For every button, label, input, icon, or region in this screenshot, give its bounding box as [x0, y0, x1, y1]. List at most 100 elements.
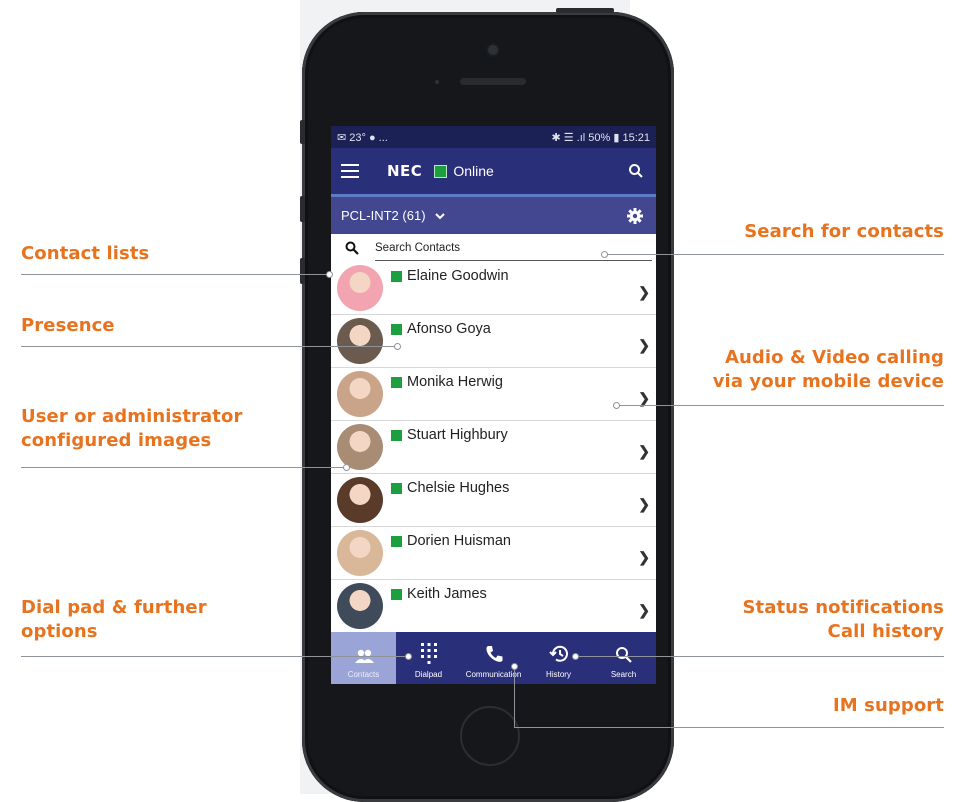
contact-row[interactable]: Keith James ❯ [331, 580, 656, 633]
tab-history[interactable]: History [526, 632, 591, 684]
callout-images-line1: User or administrator [21, 406, 243, 427]
contact-row[interactable]: Monika Herwig ❯ [331, 368, 656, 421]
contact-row[interactable]: Stuart Highbury ❯ [331, 421, 656, 474]
callout-av-line2: via your mobile device [712, 371, 944, 392]
home-button[interactable] [460, 706, 520, 766]
callout-contact-lists: Contact lists [21, 243, 150, 264]
callout-status-line2: Call history [827, 621, 944, 642]
mute-switch [300, 120, 305, 144]
callout-dialpad: Dial pad & further options [21, 596, 207, 644]
leader-dot [343, 464, 350, 471]
presence-icon [391, 429, 402, 441]
leader-line [21, 346, 397, 347]
chevron-right-icon[interactable]: ❯ [638, 284, 650, 301]
contact-name-wrap: Afonso Goya [391, 321, 491, 337]
search-placeholder: Search Contacts [375, 242, 461, 254]
search-icon [615, 647, 632, 663]
leader-line [21, 274, 330, 275]
avatar [337, 477, 383, 523]
chevron-right-icon[interactable]: ❯ [638, 549, 650, 566]
leader-line [617, 405, 944, 406]
chevron-right-icon[interactable]: ❯ [638, 496, 650, 513]
bottom-tab-bar: Contacts Dialpad Communication History S… [331, 632, 656, 684]
front-camera [488, 45, 498, 55]
tab-contacts[interactable]: Contacts [331, 632, 396, 684]
sensor [435, 80, 439, 84]
search-contacts-field[interactable]: Search Contacts [331, 234, 656, 262]
avatar [337, 424, 383, 470]
callout-images-line2: configured images [21, 430, 212, 451]
avatar [337, 318, 383, 364]
nec-logo: NEC [387, 162, 423, 180]
contact-name-wrap: Dorien Huisman [391, 533, 511, 549]
volume-up-button [300, 196, 305, 222]
tab-label: Dialpad [414, 670, 443, 679]
contact-name: Monika Herwig [407, 374, 503, 390]
contact-name: Stuart Highbury [407, 427, 508, 443]
history-icon [548, 645, 568, 662]
tab-label: Communication [465, 670, 522, 679]
app-screen: ✉ 23° ● ... ✱ ☰ .ıl 50% ▮ 15:21 NEC Onli… [331, 126, 656, 684]
contact-row[interactable]: Chelsie Hughes ❯ [331, 474, 656, 527]
leader-line [21, 656, 409, 657]
tab-label: History [546, 670, 571, 679]
leader-line [576, 656, 944, 657]
presence-icon [391, 482, 402, 494]
leader-dot [405, 653, 412, 660]
chevron-right-icon[interactable]: ❯ [638, 602, 650, 619]
tab-label: Search [610, 670, 637, 679]
contact-row[interactable]: Afonso Goya ❯ [331, 315, 656, 368]
contact-list-selector[interactable]: PCL-INT2 (61) [331, 194, 656, 234]
presence-icon [391, 323, 402, 335]
presence-icon [391, 270, 402, 282]
callout-av-line1: Audio & Video calling [724, 347, 944, 368]
leader-dot [572, 653, 579, 660]
presence-status[interactable]: Online [453, 163, 493, 179]
search-icon[interactable] [628, 163, 644, 179]
chevron-down-icon[interactable] [434, 211, 446, 221]
callout-status: Status notifications Call history [742, 596, 944, 644]
search-icon [345, 241, 359, 255]
tab-search[interactable]: Search [591, 632, 656, 684]
contact-row[interactable]: Elaine Goodwin ❯ [331, 262, 656, 315]
contact-name: Chelsie Hughes [407, 480, 510, 496]
app-header: NEC Online [331, 148, 656, 194]
contact-name-wrap: Chelsie Hughes [391, 480, 509, 496]
callout-search-contacts: Search for contacts [744, 221, 944, 242]
presence-icon [391, 376, 402, 388]
avatar [337, 265, 383, 311]
leader-line [514, 727, 944, 728]
chevron-right-icon[interactable]: ❯ [638, 443, 650, 460]
callout-dialpad-line1: Dial pad & further [21, 597, 207, 618]
dialpad-icon [420, 643, 437, 664]
gear-icon[interactable] [626, 207, 644, 225]
callout-images: User or administrator configured images [21, 405, 242, 453]
contact-list: Elaine Goodwin ❯ Afonso Goya ❯ Monika Herwig… [331, 262, 656, 633]
avatar [337, 583, 383, 629]
contact-name: Keith James [407, 586, 487, 602]
power-button [556, 8, 614, 13]
tab-communication[interactable]: Communication [461, 632, 526, 684]
contact-name: Elaine Goodwin [407, 268, 509, 284]
contact-row[interactable]: Dorien Huisman ❯ [331, 527, 656, 580]
status-bar-left: ✉ 23° ● ... [337, 131, 388, 144]
avatar [337, 530, 383, 576]
presence-icon [391, 535, 402, 547]
callout-presence: Presence [21, 315, 115, 336]
leader-dot [613, 402, 620, 409]
leader-line [605, 254, 944, 255]
leader-line [514, 667, 515, 727]
earpiece-speaker [460, 78, 526, 85]
avatar [337, 371, 383, 417]
callout-av-calling: Audio & Video calling via your mobile de… [713, 346, 944, 394]
chevron-right-icon[interactable]: ❯ [638, 337, 650, 354]
phone-icon [485, 646, 502, 662]
tab-label: Contacts [347, 670, 380, 679]
menu-icon[interactable] [341, 164, 359, 178]
status-bar: ✉ 23° ● ... ✱ ☰ .ıl 50% ▮ 15:21 [331, 126, 656, 148]
callout-dialpad-line2: options [21, 621, 98, 642]
status-bar-right: ✱ ☰ .ıl 50% ▮ 15:21 [551, 131, 650, 144]
contact-name: Afonso Goya [407, 321, 491, 337]
leader-dot [326, 271, 333, 278]
leader-dot [394, 343, 401, 350]
